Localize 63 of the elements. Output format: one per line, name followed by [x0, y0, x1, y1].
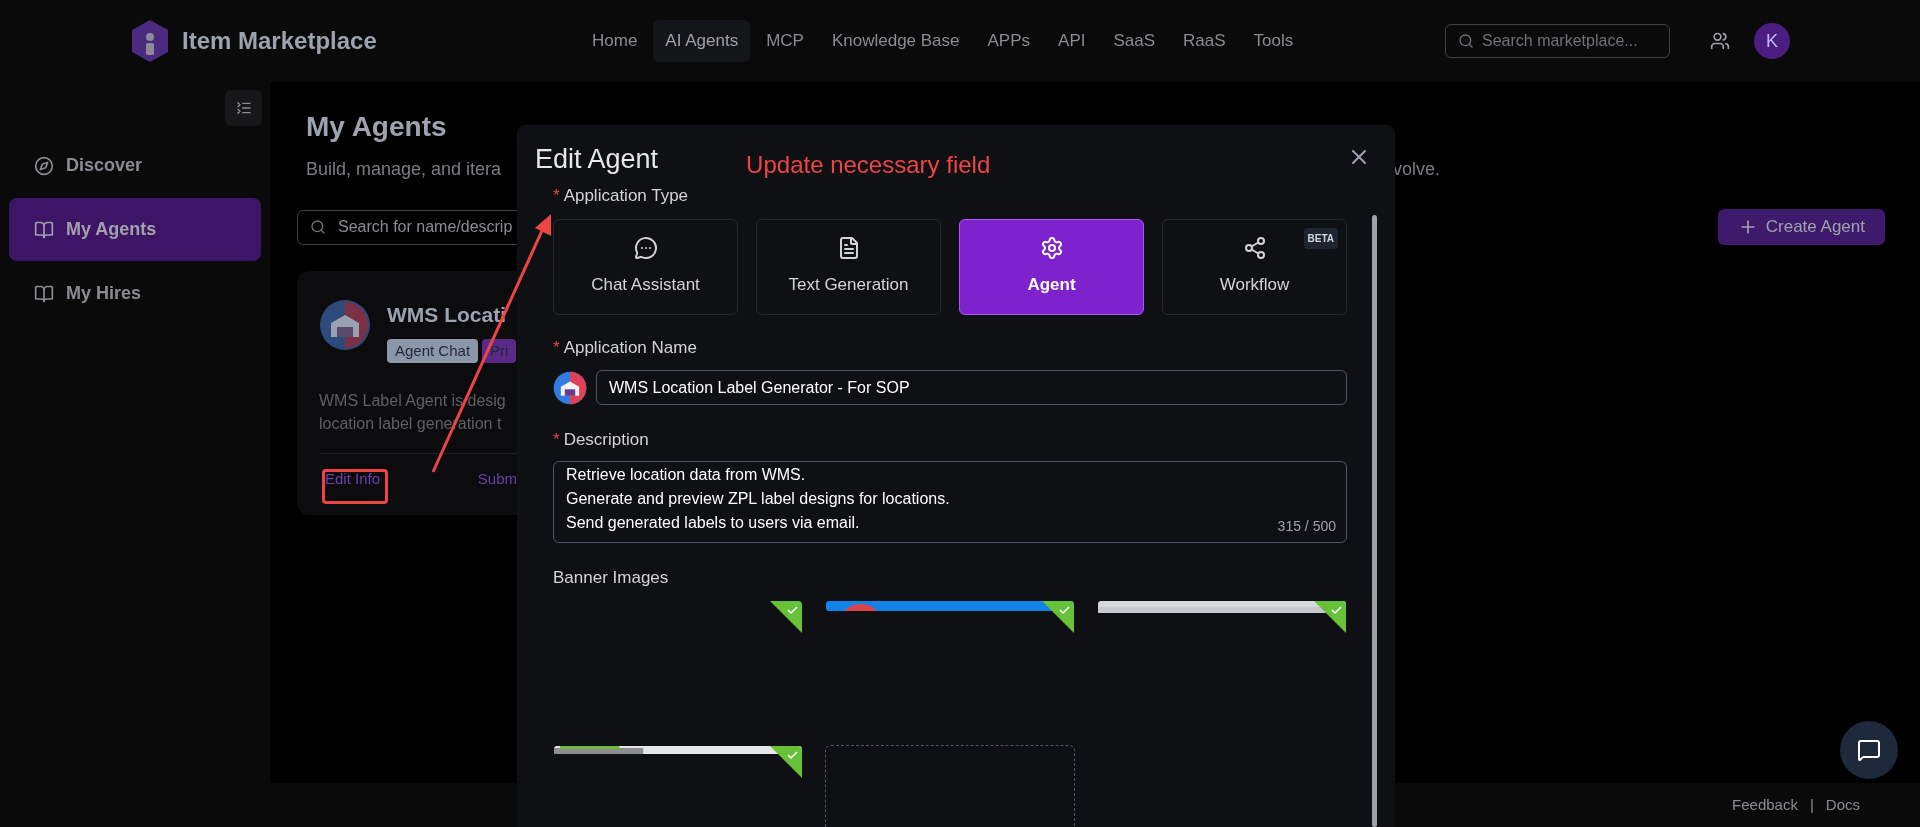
- search-icon: [310, 219, 326, 235]
- beta-badge: BETA: [1303, 227, 1338, 249]
- field-label: Application Type: [563, 185, 689, 207]
- highlight-frame: [322, 469, 388, 504]
- create-agent-button[interactable]: Create Agent: [1717, 209, 1885, 245]
- field-label: Description: [563, 429, 649, 451]
- required-asterisk: *: [553, 429, 560, 451]
- tag: Agent Chat: [387, 338, 479, 363]
- check-corner-icon: [770, 746, 802, 778]
- check-corner-icon: [770, 601, 802, 633]
- feedback-link[interactable]: Feedback: [1732, 793, 1798, 817]
- application-type-option[interactable]: Agent: [959, 218, 1144, 315]
- application-name-field[interactable]: WMS Location Label Generator - For SOP: [596, 370, 1347, 405]
- separator: |: [1809, 794, 1814, 815]
- nav-link[interactable]: Tools: [1241, 20, 1306, 62]
- collapse-sidebar-button[interactable]: [225, 90, 262, 126]
- sidebar-item[interactable]: Discover: [9, 134, 261, 197]
- settings-icon: [1039, 235, 1064, 260]
- annotation-text: Update necessary field: [746, 150, 991, 180]
- docs-link[interactable]: Docs: [1825, 793, 1860, 817]
- page-title: My Agents: [306, 110, 448, 144]
- hexagon-logo-icon: [130, 19, 170, 63]
- nav-link[interactable]: API: [1046, 20, 1098, 62]
- section-label: Banner Images: [553, 566, 670, 589]
- dialog-title: Edit Agent: [535, 142, 659, 176]
- required-asterisk: *: [553, 336, 560, 359]
- page-subtitle: volve.: [1392, 158, 1440, 181]
- search-input[interactable]: Search marketplace...: [1482, 29, 1657, 53]
- compass-icon: [34, 155, 54, 176]
- users-icon[interactable]: [1710, 31, 1730, 51]
- nav-link[interactable]: Knowledge Base: [819, 20, 972, 62]
- share-icon: [1242, 235, 1267, 260]
- nav-link[interactable]: SaaS: [1101, 20, 1168, 62]
- nav-link[interactable]: AI Agents: [653, 20, 751, 62]
- book-icon: [34, 219, 54, 240]
- application-type-option[interactable]: Workflow BETA: [1162, 218, 1347, 315]
- warehouse-avatar-icon: [553, 370, 587, 405]
- application-type-option[interactable]: Text Generation: [756, 218, 941, 315]
- nav-link[interactable]: MCP: [754, 20, 816, 62]
- chat-bubble-icon: [633, 235, 658, 260]
- required-asterisk: *: [553, 185, 560, 207]
- tag: Pri: [482, 338, 517, 363]
- chat-icon: [1857, 738, 1881, 762]
- page-subtitle: Build, manage, and itera: [306, 158, 502, 181]
- sidebar-item[interactable]: My Hires: [9, 262, 261, 325]
- sidebar-item[interactable]: My Agents: [9, 198, 261, 261]
- collapse-icon: [235, 100, 252, 116]
- field-label: Application Name: [563, 336, 697, 359]
- nav-link[interactable]: RaaS: [1171, 20, 1238, 62]
- book-icon: [34, 283, 54, 304]
- nav-link[interactable]: APPs: [975, 20, 1043, 62]
- brand-name: Item Marketplace: [182, 26, 377, 56]
- user-avatar[interactable]: K: [1754, 23, 1790, 59]
- description-field[interactable]: Retrieve location data from WMS. Generate and preview ZPL label designs for locations. Send generated labels to users via email. 315 / 500: [553, 460, 1347, 543]
- nav-link[interactable]: Home: [580, 20, 650, 62]
- search-field[interactable]: Search marketplace...: [1445, 24, 1670, 58]
- check-corner-icon: [1042, 601, 1074, 633]
- agent-description: WMS Label Agent is desig: [319, 391, 507, 411]
- character-counter: 315 / 500: [1277, 516, 1336, 536]
- warehouse-avatar-icon: [319, 299, 371, 351]
- application-type-option[interactable]: Chat Assistant: [553, 218, 738, 315]
- search-icon: [1458, 33, 1474, 49]
- check-corner-icon: [1314, 601, 1346, 633]
